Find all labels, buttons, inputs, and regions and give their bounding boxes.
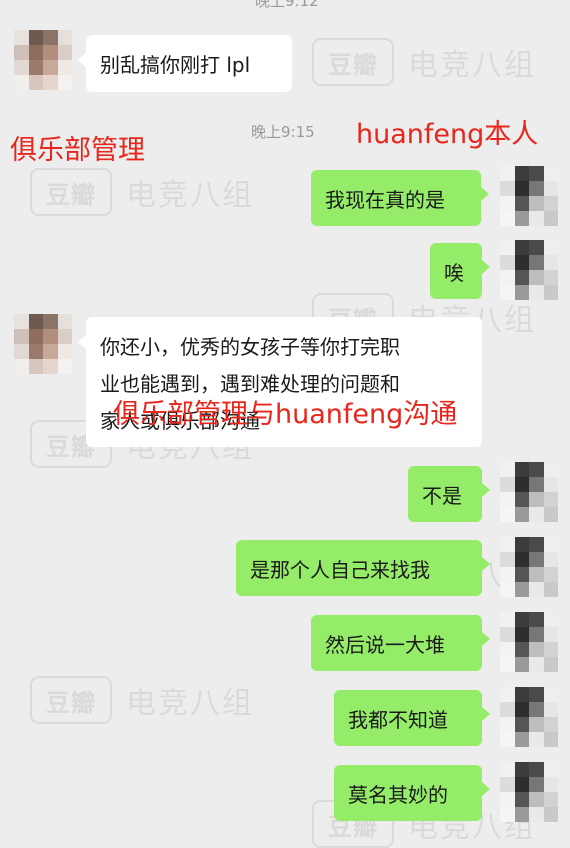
watermark: 豆瓣 电竞八组 (312, 38, 536, 86)
message-text: 别乱搞你刚打 lpl (100, 53, 251, 77)
annotation-club-manager: 俱乐部管理 (10, 135, 145, 166)
message-bubble-outgoing[interactable]: 然后说一大堆 (311, 615, 490, 671)
message-text: 我都不知道 (348, 708, 448, 732)
watermark-text: 电竞八组 (408, 48, 536, 83)
avatar-huanfeng[interactable] (500, 240, 558, 300)
avatar-huanfeng[interactable] (500, 166, 558, 226)
message-bubble-outgoing[interactable]: 莫名其妙的 (334, 765, 490, 821)
watermark: 豆瓣 电竞八组 (30, 676, 254, 724)
avatar-club-manager[interactable] (14, 30, 72, 90)
douban-logo-icon: 豆瓣 (30, 676, 112, 724)
message-bubble-outgoing[interactable]: 不是 (408, 466, 490, 522)
avatar-huanfeng[interactable] (500, 762, 558, 822)
message-text: 唉 (444, 261, 464, 285)
douban-logo-icon: 豆瓣 (30, 168, 112, 216)
message-bubble-outgoing[interactable]: 唉 (430, 243, 490, 299)
message-text: 不是 (422, 484, 462, 508)
message-bubble-outgoing[interactable]: 是那个人自己来找我 (236, 540, 490, 596)
annotation-huanfeng: huanfeng本人 (356, 119, 539, 150)
douban-logo-icon: 豆瓣 (312, 38, 394, 86)
avatar-huanfeng[interactable] (500, 687, 558, 747)
message-text: 我现在真的是 (325, 188, 445, 212)
watermark-text: 电竞八组 (126, 686, 254, 721)
avatar-club-manager[interactable] (14, 314, 72, 374)
timestamp: 晚上9:15 (251, 123, 315, 141)
message-bubble-outgoing[interactable]: 我现在真的是 (311, 170, 489, 226)
message-text-line: 你还小，优秀的女孩子等你打完职 (100, 335, 400, 359)
message-text: 莫名其妙的 (348, 783, 448, 807)
message-text: 然后说一大堆 (325, 633, 445, 657)
message-text: 是那个人自己来找我 (250, 558, 430, 582)
avatar-huanfeng[interactable] (500, 612, 558, 672)
timestamp-top: 晚上9:12 (255, 0, 319, 10)
avatar-huanfeng[interactable] (500, 537, 558, 597)
watermark-text: 电竞八组 (126, 178, 254, 213)
message-bubble-outgoing[interactable]: 我都不知道 (334, 690, 490, 746)
watermark: 豆瓣 电竞八组 (30, 168, 254, 216)
message-bubble-incoming[interactable]: 别乱搞你刚打 lpl (78, 35, 292, 92)
annotation-overlay: 俱乐部管理与huanfeng沟通 (113, 399, 458, 430)
avatar-huanfeng[interactable] (500, 462, 558, 522)
